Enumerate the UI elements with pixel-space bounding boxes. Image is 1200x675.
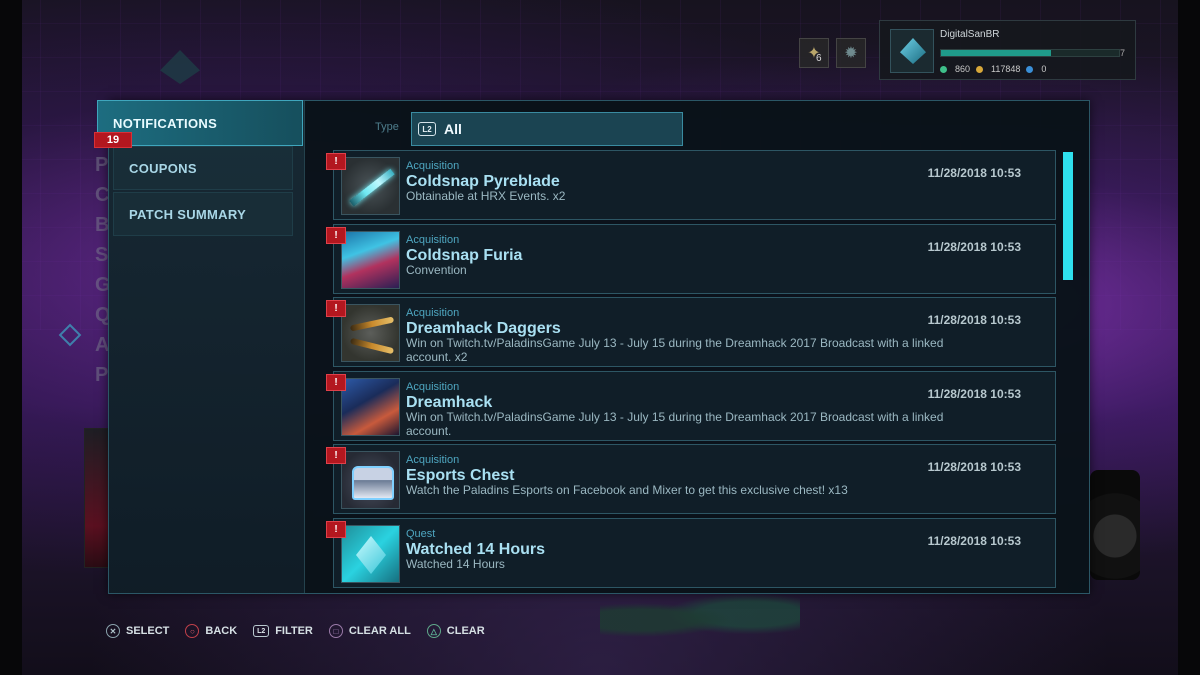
alert-icon: ! xyxy=(326,521,346,538)
item-description: Win on Twitch.tv/PaladinsGame July 13 - … xyxy=(406,410,944,438)
item-thumbnail xyxy=(341,525,400,583)
item-category: Quest xyxy=(406,528,436,540)
currency-stats: 860 117848 0 xyxy=(940,64,1046,74)
emblem-icon[interactable]: ✹ xyxy=(836,38,866,68)
item-thumbnail xyxy=(341,451,400,509)
list-item[interactable]: ! Acquisition Dreamhack Win on Twitch.tv… xyxy=(326,371,1056,441)
crystal-value: 0 xyxy=(1041,64,1047,74)
rank-badge-count: 6 xyxy=(816,53,822,64)
controller-prompts: ✕ SELECT ○ BACK L2 FILTER □ CLEAR ALL △ … xyxy=(106,624,485,638)
item-category: Acquisition xyxy=(406,381,460,393)
gold-icon xyxy=(976,65,984,73)
item-description: Convention xyxy=(406,263,467,277)
notifications-content: Type L2 All ! Acquisition Coldsnap Pyreb… xyxy=(305,101,1089,593)
item-date: 11/28/2018 10:53 xyxy=(927,166,1021,180)
triangle-button-icon: △ xyxy=(426,624,441,638)
essence-icon xyxy=(940,65,947,73)
sidebar-item-patch-summary[interactable]: PATCH SUMMARY xyxy=(113,192,293,236)
item-description: Watched 14 Hours xyxy=(406,557,505,571)
back-prompt[interactable]: ○ BACK xyxy=(185,624,237,638)
alert-icon: ! xyxy=(326,227,346,244)
clear-prompt[interactable]: △ CLEAR xyxy=(426,624,485,638)
item-date: 11/28/2018 10:53 xyxy=(927,387,1021,401)
filter-label: FILTER xyxy=(275,625,313,637)
sidebar: NOTIFICATIONS COUPONS PATCH SUMMARY xyxy=(97,100,305,593)
item-date: 11/28/2018 10:53 xyxy=(927,534,1021,548)
l2-button-icon: L2 xyxy=(418,122,436,136)
notification-count-badge: 19 xyxy=(94,132,132,148)
list-item[interactable]: ! Acquisition Coldsnap Furia Convention … xyxy=(326,224,1056,294)
type-filter-dropdown[interactable]: L2 All xyxy=(411,112,683,146)
item-thumbnail xyxy=(341,231,400,289)
item-description: Watch the Paladins Esports on Facebook a… xyxy=(406,483,848,497)
item-date: 11/28/2018 10:53 xyxy=(927,240,1021,254)
type-filter-value: All xyxy=(444,121,462,137)
alert-icon: ! xyxy=(326,374,346,391)
list-item[interactable]: ! Acquisition Dreamhack Daggers Win on T… xyxy=(326,297,1056,367)
xp-bar xyxy=(940,49,1120,57)
cross-button-icon: ✕ xyxy=(106,624,120,638)
item-description: Win on Twitch.tv/PaladinsGame July 13 - … xyxy=(406,336,944,364)
clear-all-prompt[interactable]: □ CLEAR ALL xyxy=(328,624,411,638)
crystal-icon xyxy=(1026,65,1034,73)
item-date: 11/28/2018 10:53 xyxy=(927,460,1021,474)
circle-button-icon: ○ xyxy=(185,624,200,638)
l2-button-icon: L2 xyxy=(253,625,270,637)
essence-value: 860 xyxy=(955,64,971,74)
list-item[interactable]: ! Acquisition Esports Chest Watch the Pa… xyxy=(326,444,1056,514)
letterbox-right xyxy=(1178,0,1200,675)
item-date: 11/28/2018 10:53 xyxy=(927,313,1021,327)
username: DigitalSanBR xyxy=(940,29,1000,40)
scrollbar-thumb[interactable] xyxy=(1063,152,1073,280)
list-item[interactable]: ! Acquisition Coldsnap Pyreblade Obtaina… xyxy=(326,150,1056,220)
alert-icon: ! xyxy=(326,153,346,170)
background-character xyxy=(600,590,800,650)
item-description: Obtainable at HRX Events. x2 xyxy=(406,189,566,203)
player-level: 7 xyxy=(1120,48,1126,58)
item-category: Acquisition xyxy=(406,234,460,246)
item-category: Acquisition xyxy=(406,454,460,466)
sidebar-item-coupons[interactable]: COUPONS xyxy=(113,146,293,190)
background-device xyxy=(1090,470,1140,580)
type-filter-label: Type xyxy=(375,121,399,133)
item-category: Acquisition xyxy=(406,160,460,172)
alert-icon: ! xyxy=(326,447,346,464)
item-thumbnail xyxy=(341,378,400,436)
letterbox-left xyxy=(0,0,22,675)
select-prompt[interactable]: ✕ SELECT xyxy=(106,624,169,638)
list-item[interactable]: ! Quest Watched 14 Hours Watched 14 Hour… xyxy=(326,518,1056,588)
item-category: Acquisition xyxy=(406,307,460,319)
gold-value: 117848 xyxy=(991,64,1021,74)
filter-prompt[interactable]: L2 FILTER xyxy=(253,625,313,637)
background-card xyxy=(84,428,110,568)
player-profile[interactable]: DigitalSanBR 7 860 117848 0 xyxy=(879,20,1136,80)
notifications-panel: NOTIFICATIONS COUPONS PATCH SUMMARY Type… xyxy=(97,100,1090,594)
item-thumbnail xyxy=(341,304,400,362)
square-button-icon: □ xyxy=(328,624,343,638)
select-label: SELECT xyxy=(126,625,170,637)
clear-all-label: CLEAR ALL xyxy=(348,625,411,637)
rank-icon[interactable]: ✦ xyxy=(799,38,829,68)
clear-label: CLEAR xyxy=(446,625,485,637)
avatar xyxy=(890,29,934,73)
back-label: BACK xyxy=(205,625,238,637)
alert-icon: ! xyxy=(326,300,346,317)
list-scrollbar[interactable] xyxy=(1063,152,1073,582)
item-thumbnail xyxy=(341,157,400,215)
